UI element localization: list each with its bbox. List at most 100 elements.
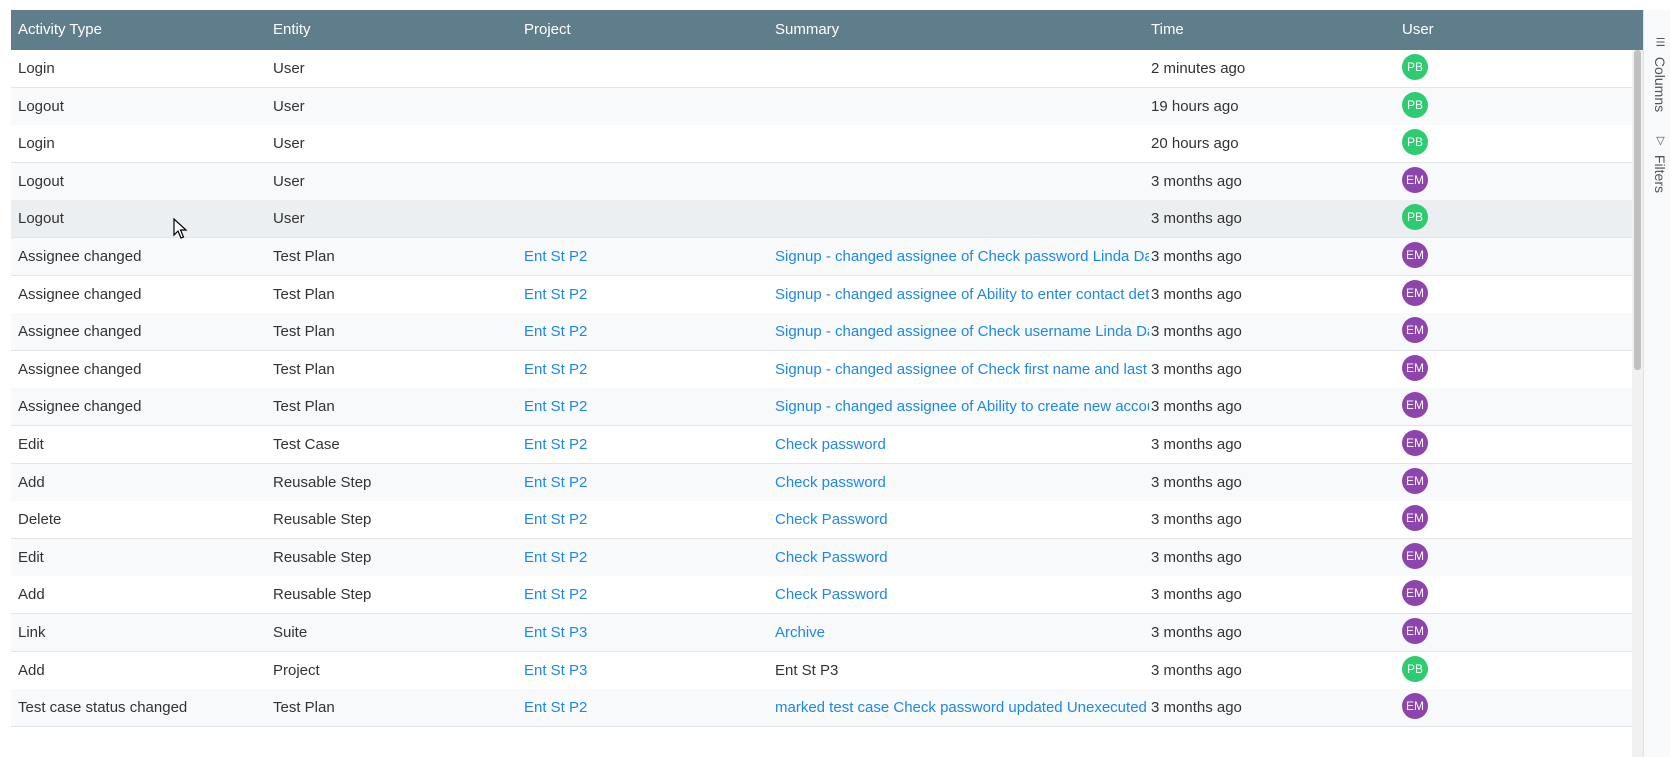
avatar[interactable]: EM <box>1402 468 1428 494</box>
time-cell: 3 months ago <box>1151 248 1242 265</box>
avatar[interactable]: PB <box>1402 656 1428 682</box>
activity-type-cell: Test case status changed <box>18 699 188 716</box>
avatar[interactable]: EM <box>1402 280 1428 306</box>
table-row[interactable]: Logout User 3 months ago EM <box>11 163 1632 201</box>
summary-link[interactable]: Check Password <box>775 576 1149 614</box>
user-cell: PB <box>1402 200 1622 240</box>
column-header-summary[interactable]: Summary <box>775 10 1149 50</box>
summary-link[interactable]: Check password <box>775 464 1149 502</box>
summary-link[interactable]: Signup - changed assignee of Check first… <box>775 351 1149 389</box>
filters-panel-button[interactable]: ▽ Filters <box>1648 134 1668 193</box>
table-row[interactable]: Assignee changed Test Plan Ent St P2 Signup… <box>11 313 1632 351</box>
user-cell: EM <box>1402 163 1622 203</box>
avatar[interactable]: EM <box>1402 693 1428 719</box>
time-cell: 3 months ago <box>1151 624 1242 641</box>
entity-cell: Test Plan <box>273 286 335 303</box>
summary-link[interactable]: Signup - changed assignee of Check passw… <box>775 238 1149 276</box>
project-link[interactable]: Ent St P2 <box>524 388 769 426</box>
user-cell: EM <box>1402 689 1622 729</box>
table-row[interactable]: Delete Reusable Step Ent St P2 Check Passwo… <box>11 501 1632 539</box>
project-link[interactable]: Ent St P2 <box>524 539 769 577</box>
summary-link[interactable]: Signup - changed assignee of Ability to … <box>775 276 1149 314</box>
project-link[interactable]: Ent St P2 <box>524 501 769 539</box>
table-row[interactable]: Logout User 19 hours ago PB <box>11 88 1632 126</box>
project-link[interactable]: Ent St P2 <box>524 689 769 727</box>
avatar[interactable]: EM <box>1402 580 1428 606</box>
summary-link[interactable]: Check password <box>775 426 1149 464</box>
project-link[interactable]: Ent St P2 <box>524 464 769 502</box>
filter-icon: ▽ <box>1654 134 1666 147</box>
avatar[interactable]: EM <box>1402 543 1428 569</box>
entity-cell: Suite <box>273 624 308 641</box>
avatar[interactable]: PB <box>1402 204 1428 230</box>
time-cell: 3 months ago <box>1151 361 1242 378</box>
grid-header: Activity Type Entity Project Summary Tim… <box>11 10 1643 50</box>
avatar[interactable]: EM <box>1402 167 1428 193</box>
column-header-user[interactable]: User <box>1402 10 1622 50</box>
entity-cell: User <box>273 98 305 115</box>
summary-link[interactable]: Check Password <box>775 539 1149 577</box>
project-link[interactable]: Ent St P2 <box>524 351 769 389</box>
project-link <box>524 50 769 88</box>
table-row[interactable]: Test case status changed Test Plan Ent St … <box>11 689 1632 727</box>
summary-link[interactable]: Archive <box>775 614 1149 652</box>
avatar[interactable]: PB <box>1402 54 1428 80</box>
summary-link[interactable]: marked test case Check password updated … <box>775 689 1149 727</box>
column-header-activity-type[interactable]: Activity Type <box>18 10 268 50</box>
avatar[interactable]: EM <box>1402 505 1428 531</box>
avatar[interactable]: EM <box>1402 392 1428 418</box>
user-cell: PB <box>1402 88 1622 128</box>
avatar[interactable]: PB <box>1402 129 1428 155</box>
time-cell: 3 months ago <box>1151 699 1242 716</box>
columns-panel-button[interactable]: ☰ Columns <box>1648 36 1668 112</box>
time-cell: 3 months ago <box>1151 286 1242 303</box>
activity-type-cell: Edit <box>18 436 44 453</box>
project-link[interactable]: Ent St P3 <box>524 614 769 652</box>
project-link[interactable]: Ent St P2 <box>524 313 769 351</box>
table-row[interactable]: Link Suite Ent St P3 Archive 3 months ago EM <box>11 614 1632 652</box>
summary-link <box>775 88 1149 126</box>
user-cell: PB <box>1402 50 1622 90</box>
table-row[interactable]: Add Reusable Step Ent St P2 Check Password 3… <box>11 576 1632 614</box>
avatar[interactable]: EM <box>1402 618 1428 644</box>
avatar[interactable]: PB <box>1402 92 1428 118</box>
time-cell: 3 months ago <box>1151 662 1242 679</box>
vertical-scrollbar[interactable] <box>1632 50 1643 757</box>
project-link[interactable]: Ent St P3 <box>524 652 769 690</box>
activity-type-cell: Assignee changed <box>18 361 142 378</box>
entity-cell: Test Case <box>273 436 340 453</box>
table-row[interactable]: Add Project Ent St P3 Ent St P3 3 months ago… <box>11 652 1632 690</box>
scrollbar-thumb[interactable] <box>1634 50 1641 370</box>
table-row[interactable]: Add Reusable Step Ent St P2 Check password 3… <box>11 464 1632 502</box>
column-header-project[interactable]: Project <box>524 10 769 50</box>
summary-link[interactable]: Signup - changed assignee of Ability to … <box>775 388 1149 426</box>
activity-type-cell: Add <box>18 474 45 491</box>
project-link[interactable]: Ent St P2 <box>524 576 769 614</box>
activity-type-cell: Logout <box>18 210 64 227</box>
project-link[interactable]: Ent St P2 <box>524 238 769 276</box>
table-row[interactable]: Assignee changed Test Plan Ent St P2 Signup… <box>11 388 1632 426</box>
time-cell: 3 months ago <box>1151 210 1242 227</box>
time-cell: 2 minutes ago <box>1151 60 1246 77</box>
summary-link[interactable]: Check Password <box>775 501 1149 539</box>
avatar[interactable]: EM <box>1402 355 1428 381</box>
table-row[interactable]: Logout User 3 months ago PB <box>11 200 1632 238</box>
avatar[interactable]: EM <box>1402 430 1428 456</box>
project-link[interactable]: Ent St P2 <box>524 426 769 464</box>
avatar[interactable]: EM <box>1402 317 1428 343</box>
table-row[interactable]: Edit Reusable Step Ent St P2 Check Password… <box>11 539 1632 577</box>
user-cell: EM <box>1402 276 1622 316</box>
table-row[interactable]: Login User 20 hours ago PB <box>11 125 1632 163</box>
column-header-entity[interactable]: Entity <box>273 10 518 50</box>
table-row[interactable]: Assignee changed Test Plan Ent St P2 Signup… <box>11 238 1632 276</box>
table-row[interactable]: Edit Test Case Ent St P2 Check password 3 mo… <box>11 426 1632 464</box>
table-row[interactable]: Login User 2 minutes ago PB <box>11 50 1632 88</box>
project-link[interactable]: Ent St P2 <box>524 276 769 314</box>
entity-cell: User <box>273 60 305 77</box>
side-panel: ☰ Columns ▽ Filters <box>1643 10 1670 757</box>
summary-link[interactable]: Signup - changed assignee of Check usern… <box>775 313 1149 351</box>
table-row[interactable]: Assignee changed Test Plan Ent St P2 Signup… <box>11 351 1632 389</box>
column-header-time[interactable]: Time <box>1151 10 1396 50</box>
avatar[interactable]: EM <box>1402 242 1428 268</box>
table-row[interactable]: Assignee changed Test Plan Ent St P2 Signup… <box>11 276 1632 314</box>
